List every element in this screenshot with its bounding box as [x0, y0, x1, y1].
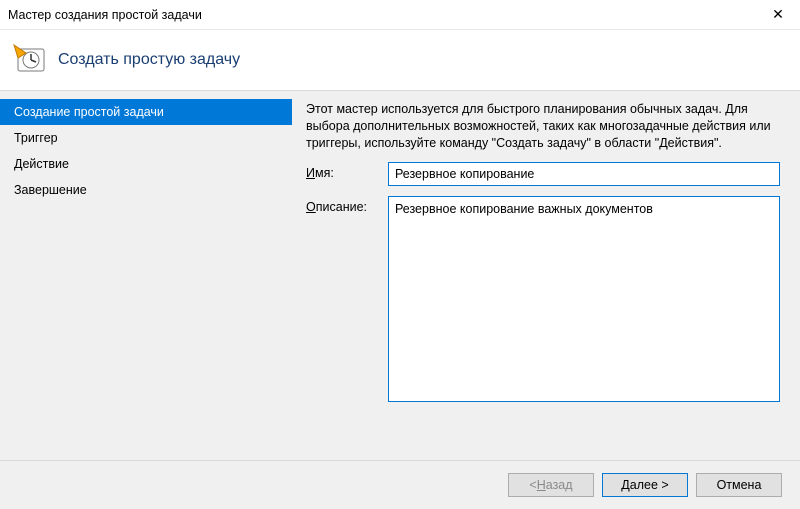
next-button[interactable]: Далее >: [602, 473, 688, 497]
sidebar-step-create[interactable]: Создание простой задачи: [0, 99, 292, 125]
window-title: Мастер создания простой задачи: [8, 8, 202, 22]
instructions-text: Этот мастер используется для быстрого пл…: [306, 101, 780, 152]
wizard-body: Создание простой задачи Триггер Действие…: [0, 90, 800, 461]
label-name: Имя:: [306, 162, 380, 180]
label-description: Описание:: [306, 196, 380, 214]
wizard-main: Этот мастер используется для быстрого пл…: [292, 91, 800, 460]
back-button: < Назад: [508, 473, 594, 497]
wizard-footer: < Назад Далее > Отмена: [0, 461, 800, 509]
sidebar-step-finish[interactable]: Завершение: [0, 177, 292, 203]
close-icon[interactable]: ✕: [756, 0, 800, 30]
wizard-header: Создать простую задачу: [0, 30, 800, 90]
description-input[interactable]: [388, 196, 780, 402]
sidebar-step-action[interactable]: Действие: [0, 151, 292, 177]
page-title: Создать простую задачу: [58, 51, 240, 69]
row-description: Описание:: [306, 196, 780, 405]
row-name: Имя:: [306, 162, 780, 186]
sidebar-step-trigger[interactable]: Триггер: [0, 125, 292, 151]
wizard-sidebar: Создание простой задачи Триггер Действие…: [0, 91, 292, 460]
titlebar: Мастер создания простой задачи ✕: [0, 0, 800, 30]
cancel-button[interactable]: Отмена: [696, 473, 782, 497]
name-input[interactable]: [388, 162, 780, 186]
task-wizard-icon: [12, 41, 48, 80]
